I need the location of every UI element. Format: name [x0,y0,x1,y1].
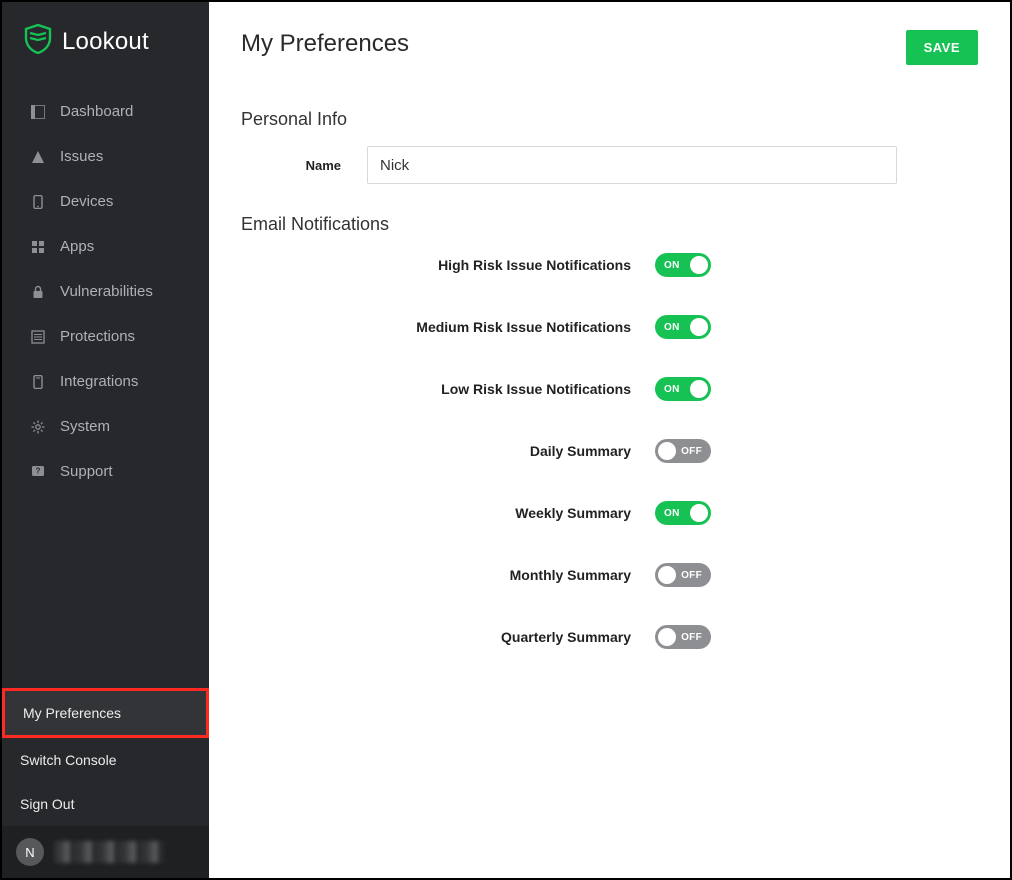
toggle-high-risk-issue-notifications[interactable]: ON [655,253,711,277]
notification-label: Low Risk Issue Notifications [241,381,631,397]
sidebar-item-issues[interactable]: Issues [2,134,209,179]
sidebar-item-protections[interactable]: Protections [2,314,209,359]
toggle-quarterly-summary[interactable]: OFF [655,625,711,649]
sidebar-item-label: Devices [60,193,113,210]
nav: Dashboard Issues Devices Apps Vulnerabil… [2,83,209,494]
personal-info-heading: Personal Info [241,109,978,130]
sidebar-item-vulnerabilities[interactable]: Vulnerabilities [2,269,209,314]
notification-row: Daily Summary OFF [241,439,978,463]
notification-label: Monthly Summary [241,567,631,583]
sidebar-item-label: Integrations [60,373,138,390]
notification-label: High Risk Issue Notifications [241,257,631,273]
notification-row: Monthly Summary OFF [241,563,978,587]
sidebar-item-apps[interactable]: Apps [2,224,209,269]
device-icon [30,374,46,390]
sidebar-item-label: Apps [60,238,94,255]
notification-label: Daily Summary [241,443,631,459]
notification-row: Weekly Summary ON [241,501,978,525]
toggle-knob [658,628,676,646]
sidebar-item-system[interactable]: System [2,404,209,449]
sidebar-item-label: Switch Console [20,752,117,768]
sidebar-item-my-preferences[interactable]: My Preferences [2,688,209,738]
sidebar-item-label: System [60,418,110,435]
bottom-nav: My Preferences Switch Console Sign Out N [2,688,209,878]
toggle-state-label: ON [664,384,680,395]
sidebar-item-label: Dashboard [60,103,133,120]
user-row[interactable]: N [2,826,209,878]
list-icon [30,329,46,345]
toggle-daily-summary[interactable]: OFF [655,439,711,463]
sidebar-item-integrations[interactable]: Integrations [2,359,209,404]
sidebar-item-sign-out[interactable]: Sign Out [2,782,209,826]
help-icon: ? [30,464,46,480]
shield-logo-icon [24,24,52,59]
sidebar-item-label: Protections [60,328,135,345]
toggle-low-risk-issue-notifications[interactable]: ON [655,377,711,401]
dashboard-icon [30,104,46,120]
grid-icon [30,239,46,255]
page-title: My Preferences [241,30,409,58]
notification-label: Weekly Summary [241,505,631,521]
toggle-monthly-summary[interactable]: OFF [655,563,711,587]
toggle-state-label: ON [664,260,680,271]
sidebar-item-label: Vulnerabilities [60,283,153,300]
toggle-medium-risk-issue-notifications[interactable]: ON [655,315,711,339]
sidebar-item-dashboard[interactable]: Dashboard [2,89,209,134]
sidebar-item-devices[interactable]: Devices [2,179,209,224]
gear-icon [30,419,46,435]
lock-icon [30,284,46,300]
sidebar-item-support[interactable]: ? Support [2,449,209,494]
toggle-knob [690,256,708,274]
email-notifications-heading: Email Notifications [241,214,978,235]
name-label: Name [241,158,341,173]
sidebar-item-label: Support [60,463,113,480]
user-name-obscured [54,841,164,863]
notification-label: Medium Risk Issue Notifications [241,319,631,335]
sidebar-item-switch-console[interactable]: Switch Console [2,738,209,782]
sidebar-item-label: Issues [60,148,103,165]
notification-row: Low Risk Issue Notifications ON [241,377,978,401]
notification-label: Quarterly Summary [241,629,631,645]
phone-icon [30,194,46,210]
alert-triangle-icon [30,149,46,165]
save-button[interactable]: SAVE [906,30,978,65]
brand-row: Lookout [2,2,209,83]
brand-name: Lookout [62,28,149,56]
toggle-knob [658,566,676,584]
notification-row: High Risk Issue Notifications ON [241,253,978,277]
sidebar-item-label: Sign Out [20,796,74,812]
sidebar: Lookout Dashboard Issues Devices Apps Vu… [2,2,209,878]
name-input[interactable] [367,146,897,184]
toggle-state-label: ON [664,508,680,519]
toggle-knob [690,380,708,398]
toggle-knob [658,442,676,460]
notification-row: Quarterly Summary OFF [241,625,978,649]
sidebar-item-label: My Preferences [23,705,121,721]
toggle-knob [690,318,708,336]
notification-row: Medium Risk Issue Notifications ON [241,315,978,339]
main-content: My Preferences SAVE Personal Info Name E… [209,2,1010,878]
toggle-knob [690,504,708,522]
avatar: N [16,838,44,866]
toggle-state-label: OFF [681,632,702,643]
svg-text:?: ? [36,466,41,475]
toggle-state-label: OFF [681,446,702,457]
toggle-state-label: OFF [681,570,702,581]
toggle-state-label: ON [664,322,680,333]
toggle-weekly-summary[interactable]: ON [655,501,711,525]
